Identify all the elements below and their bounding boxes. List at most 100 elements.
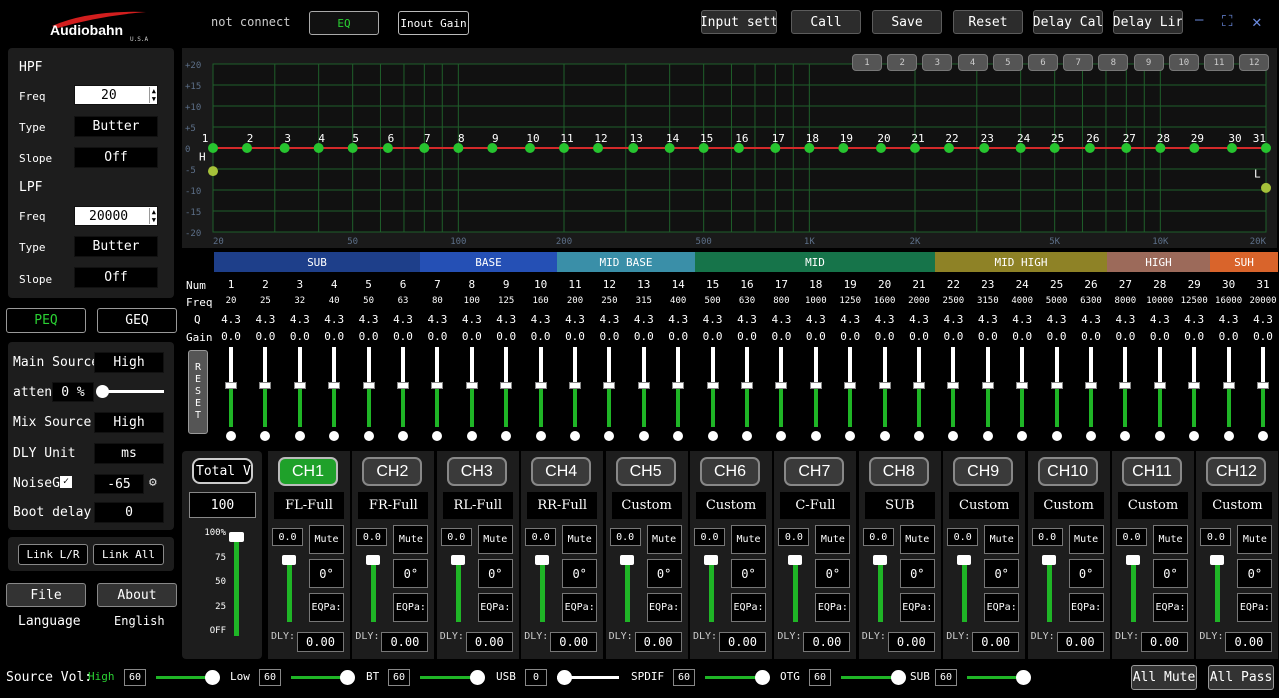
source-vol-thumb[interactable] — [891, 670, 906, 685]
spin-up-down-icon[interactable]: ▲ ▼ — [148, 208, 156, 224]
band-enable-dot[interactable] — [535, 431, 546, 441]
band-enable-dot[interactable] — [398, 431, 408, 441]
channel-phase-button[interactable]: 0° — [815, 559, 851, 588]
noise-gate-input[interactable]: -65 — [94, 474, 144, 494]
band-gain-track[interactable] — [951, 347, 956, 387]
band-enable-dot[interactable] — [776, 431, 787, 441]
total-volume-button[interactable]: Total Vo — [192, 458, 253, 484]
channel-select-button[interactable]: CH8 — [868, 457, 929, 486]
channel-volume-track[interactable] — [287, 556, 292, 622]
channel-delay-input[interactable]: 0.00 — [887, 632, 935, 652]
peq-button[interactable]: PEQ — [6, 308, 86, 333]
band-enable-dot[interactable] — [226, 431, 236, 441]
channel-phase-button[interactable]: 0° — [646, 559, 682, 588]
channel-gain-value[interactable]: 0.0 — [272, 528, 303, 546]
band-gain-track[interactable] — [1020, 347, 1025, 387]
total-volume-slider-track[interactable] — [234, 534, 239, 636]
channel-select-button[interactable]: CH10 — [1037, 457, 1098, 486]
preset-button[interactable]: 5 — [992, 54, 1023, 71]
channel-volume-track[interactable] — [371, 556, 377, 622]
link-all-button[interactable]: Link All — [93, 544, 164, 565]
channel-phase-button[interactable]: 0° — [731, 559, 766, 588]
band-enable-dot[interactable] — [948, 431, 959, 441]
reset-button[interactable]: Reset — [953, 10, 1023, 34]
all-pass-button[interactable]: All Pass — [1208, 665, 1274, 690]
band-gain-track[interactable] — [745, 347, 749, 387]
band-gain-track[interactable] — [504, 347, 509, 387]
preset-button[interactable]: 7 — [1063, 54, 1094, 71]
band-gain-track-fill[interactable] — [297, 387, 302, 427]
band-gain-thumb[interactable] — [809, 382, 822, 389]
hpf-type-select[interactable]: Butter — [74, 116, 158, 137]
channel-phase-button[interactable]: 0° — [984, 559, 1020, 588]
band-gain-track-fill[interactable] — [504, 387, 509, 427]
band-gain-thumb[interactable] — [775, 382, 788, 389]
channel-eq-pass-button[interactable]: EQPa: — [1068, 593, 1104, 622]
band-gain-track[interactable] — [848, 347, 853, 387]
channel-volume-track[interactable] — [709, 556, 714, 622]
channel-volume-thumb[interactable] — [366, 555, 381, 565]
channel-delay-input[interactable]: 0.00 — [550, 632, 598, 652]
channel-gain-value[interactable]: 0.0 — [1200, 528, 1232, 546]
channel-mute-button[interactable]: Mute — [1068, 525, 1104, 554]
delay-cal-button[interactable]: Delay Cal — [1033, 10, 1103, 34]
channel-delay-input[interactable]: 0.00 — [972, 632, 1020, 652]
band-gain-track[interactable] — [1089, 347, 1093, 387]
band-gain-thumb[interactable] — [1257, 382, 1269, 389]
channel-gain-value[interactable]: 0.0 — [778, 528, 810, 546]
channel-eq-pass-button[interactable]: EQPa: — [731, 593, 766, 622]
channel-mute-button[interactable]: Mute — [562, 525, 598, 554]
preset-button[interactable]: 12 — [1239, 54, 1270, 71]
channel-volume-thumb[interactable] — [872, 555, 887, 565]
channel-volume-thumb[interactable] — [1126, 555, 1140, 565]
channel-select-button[interactable]: CH12 — [1206, 457, 1267, 486]
channel-volume-thumb[interactable] — [957, 555, 972, 565]
channel-mode[interactable]: RL-Full — [442, 492, 513, 519]
band-gain-track[interactable] — [1226, 347, 1231, 387]
band-gain-track-fill[interactable] — [1123, 387, 1128, 427]
band-gain-track[interactable] — [813, 347, 818, 387]
boot-delay-input[interactable]: 0 — [94, 502, 164, 523]
gear-icon[interactable]: ⚙ — [149, 475, 157, 490]
band-gain-track-fill[interactable] — [229, 387, 233, 427]
channel-mute-button[interactable]: Mute — [984, 525, 1020, 554]
channel-gain-value[interactable]: 0.0 — [1031, 528, 1063, 546]
band-enable-dot[interactable] — [570, 431, 580, 441]
channel-mute-button[interactable]: Mute — [1153, 525, 1188, 554]
call-button[interactable]: Call — [791, 10, 861, 34]
preset-button[interactable]: 8 — [1098, 54, 1129, 71]
channel-mode[interactable]: FR-Full — [358, 492, 429, 519]
save-button[interactable]: Save — [872, 10, 942, 34]
channel-eq-pass-button[interactable]: EQPa: — [646, 593, 682, 622]
band-gain-track-fill[interactable] — [641, 387, 646, 427]
band-gain-track-fill[interactable] — [985, 387, 990, 427]
link-lr-button[interactable]: Link L/R — [18, 544, 88, 565]
atten-slider-thumb[interactable] — [96, 385, 109, 398]
channel-phase-button[interactable]: 0° — [899, 559, 935, 588]
channel-gain-value[interactable]: 0.0 — [862, 528, 894, 546]
band-enable-dot[interactable] — [707, 431, 718, 441]
channel-eq-pass-button[interactable]: EQPa: — [309, 593, 344, 622]
band-gain-thumb[interactable] — [328, 382, 341, 389]
input-settings-button[interactable]: Input sett — [701, 10, 777, 34]
eq-reset-button[interactable]: RESET — [188, 350, 208, 434]
band-gain-track-fill[interactable] — [435, 387, 440, 427]
band-gain-track[interactable] — [401, 347, 405, 387]
band-gain-track-fill[interactable] — [745, 387, 749, 427]
band-enable-dot[interactable] — [879, 431, 890, 441]
source-vol-value[interactable]: 60 — [388, 669, 410, 686]
source-vol-thumb[interactable] — [755, 670, 770, 685]
band-gain-track[interactable] — [1054, 347, 1059, 387]
band-gain-track[interactable] — [332, 347, 337, 387]
channel-phase-button[interactable]: 0° — [1153, 559, 1188, 588]
source-vol-thumb[interactable] — [1016, 670, 1031, 685]
channel-mode[interactable]: Custom — [949, 492, 1020, 519]
preset-button[interactable]: 11 — [1204, 54, 1234, 71]
channel-volume-track[interactable] — [962, 556, 968, 622]
band-gain-track[interactable] — [538, 347, 543, 387]
channel-mute-button[interactable]: Mute — [477, 525, 513, 554]
band-enable-dot[interactable] — [1017, 431, 1028, 441]
source-vol-value[interactable]: 0 — [525, 669, 547, 686]
channel-gain-value[interactable]: 0.0 — [525, 528, 557, 546]
band-gain-thumb[interactable] — [225, 382, 237, 389]
